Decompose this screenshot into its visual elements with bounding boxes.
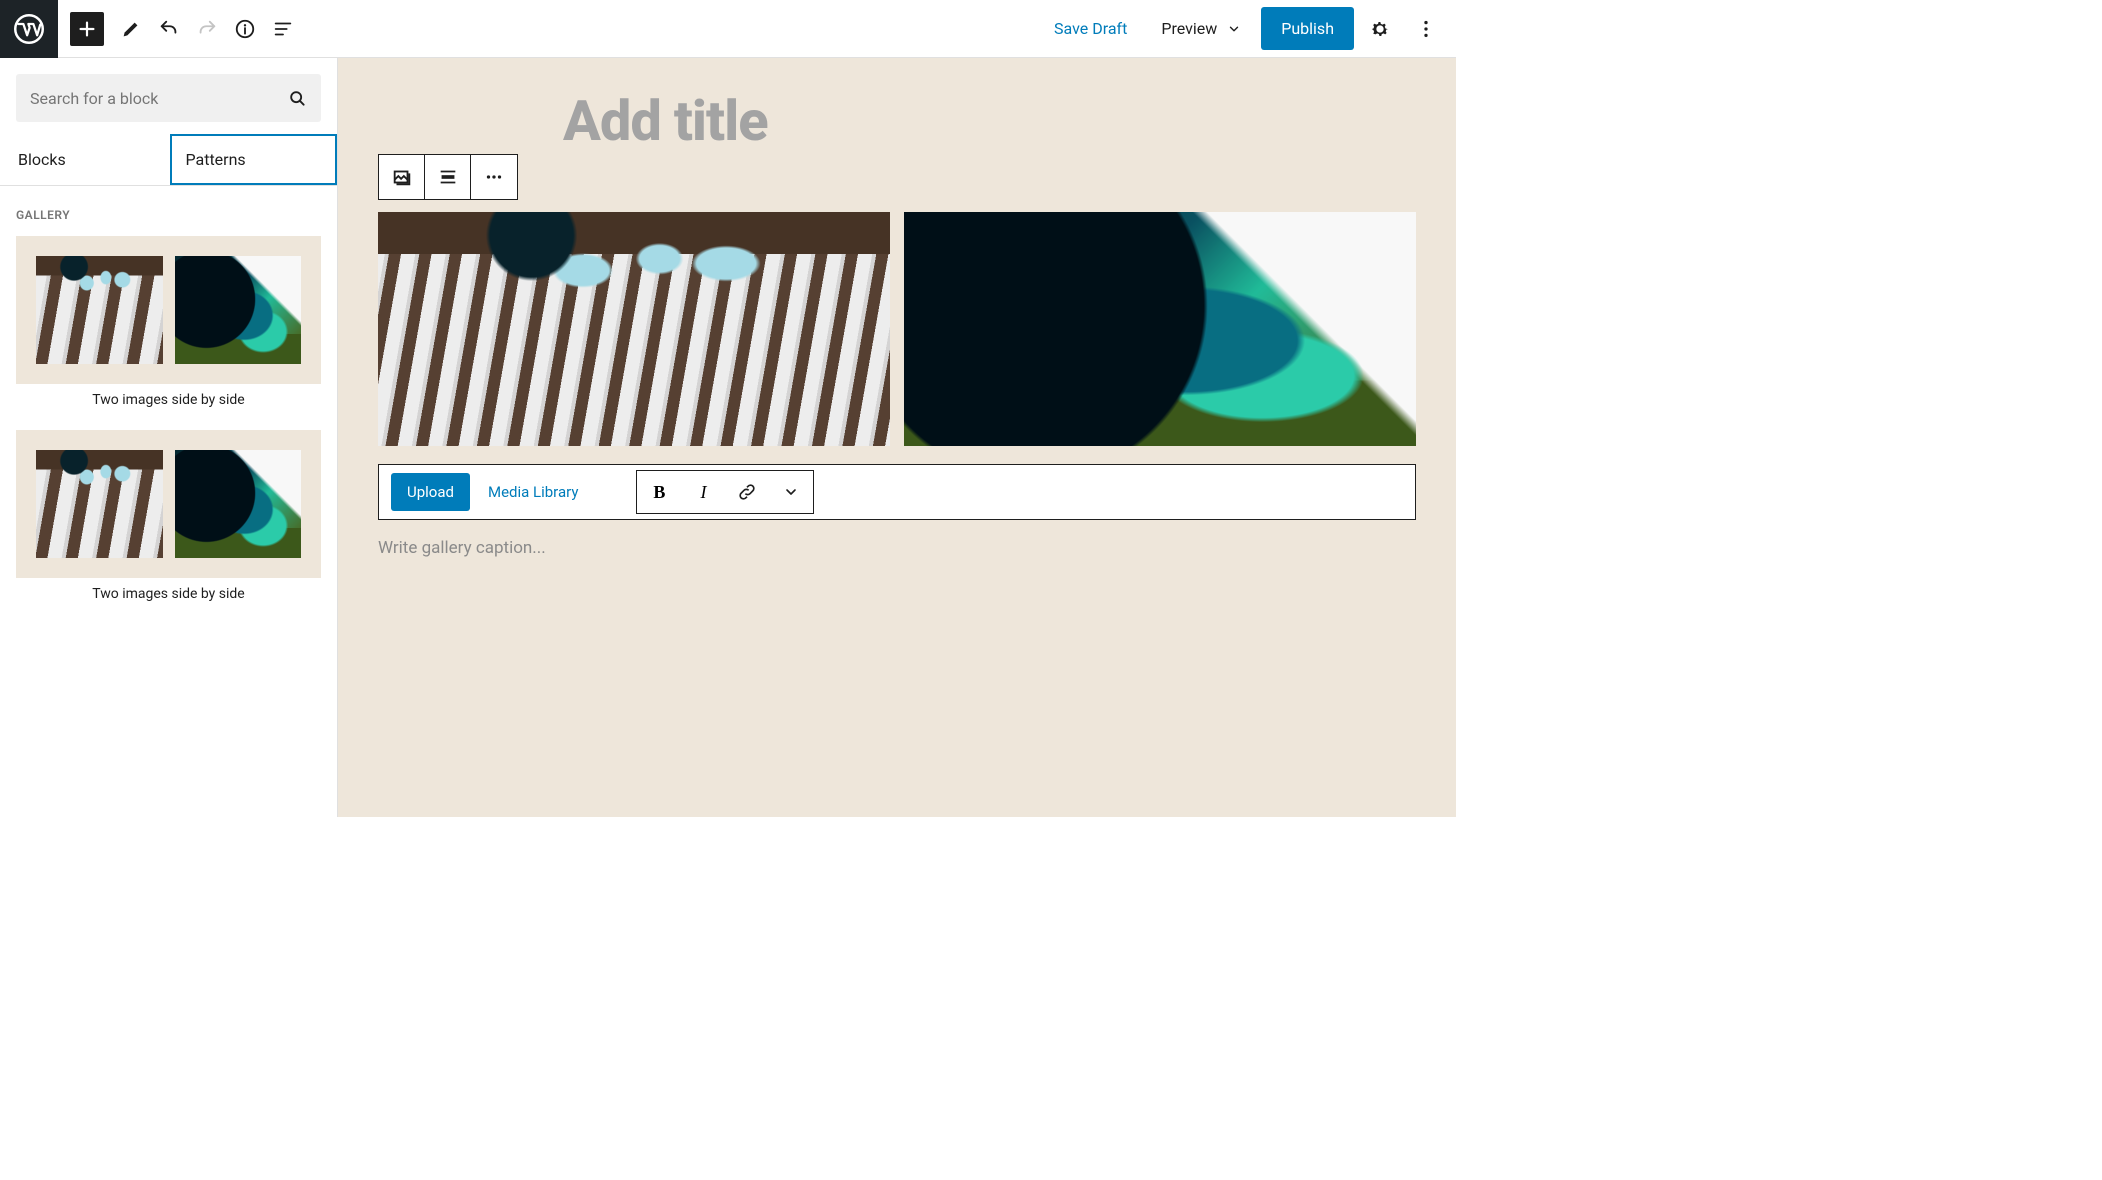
gallery-block[interactable] xyxy=(378,212,1416,446)
link-icon xyxy=(737,482,757,502)
search-input[interactable] xyxy=(30,89,287,108)
info-icon xyxy=(234,18,256,40)
info-button[interactable] xyxy=(226,10,264,48)
more-vertical-icon xyxy=(1415,18,1437,40)
editor-canvas[interactable]: Add title Upload Media Library B I xyxy=(338,58,1456,817)
toolbar-right: Save Draft Preview Publish xyxy=(1040,7,1456,50)
gallery-icon xyxy=(391,166,413,188)
gallery-caption-input[interactable]: Write gallery caption... xyxy=(378,538,1416,558)
editor-top-bar: Save Draft Preview Publish xyxy=(0,0,1456,58)
pattern-thumb-image xyxy=(36,450,163,558)
pattern-caption: Two images side by side xyxy=(16,586,321,602)
pattern-item[interactable] xyxy=(16,236,321,384)
preview-label: Preview xyxy=(1161,19,1217,38)
more-format-button[interactable] xyxy=(769,471,813,513)
pattern-caption: Two images side by side xyxy=(16,392,321,408)
block-search[interactable] xyxy=(16,74,321,122)
pencil-icon xyxy=(120,18,142,40)
chevron-down-icon xyxy=(1227,22,1241,36)
pattern-thumb-image xyxy=(36,256,163,364)
align-icon xyxy=(437,166,459,188)
gear-icon xyxy=(1369,18,1391,40)
publish-button[interactable]: Publish xyxy=(1261,7,1354,50)
edit-button[interactable] xyxy=(112,10,150,48)
gallery-image[interactable] xyxy=(378,212,890,446)
pattern-thumb-image xyxy=(175,256,302,364)
more-options-button[interactable] xyxy=(1406,9,1446,49)
italic-button[interactable]: I xyxy=(681,471,725,513)
wordpress-icon xyxy=(14,14,44,44)
save-draft-button[interactable]: Save Draft xyxy=(1040,9,1141,48)
chevron-down-icon xyxy=(783,484,799,500)
block-toolbar xyxy=(378,154,518,200)
pattern-item[interactable] xyxy=(16,430,321,578)
inserter-tabs: Blocks Patterns xyxy=(0,134,337,186)
tab-blocks[interactable]: Blocks xyxy=(0,134,170,185)
block-inserter-sidebar: Blocks Patterns Gallery Two images side … xyxy=(0,58,338,817)
settings-button[interactable] xyxy=(1360,9,1400,49)
block-more-button[interactable] xyxy=(471,155,517,199)
format-toolbar: B I xyxy=(636,470,814,514)
tab-patterns[interactable]: Patterns xyxy=(170,134,338,185)
gallery-image[interactable] xyxy=(904,212,1416,446)
page-title[interactable]: Add title xyxy=(563,88,1416,154)
plus-icon xyxy=(76,18,98,40)
alignment-button[interactable] xyxy=(425,155,471,199)
upload-button[interactable]: Upload xyxy=(391,473,470,511)
search-icon xyxy=(287,88,307,108)
list-view-icon xyxy=(272,18,294,40)
undo-button[interactable] xyxy=(150,10,188,48)
list-view-button[interactable] xyxy=(264,10,302,48)
editor-main: Blocks Patterns Gallery Two images side … xyxy=(0,58,1456,817)
redo-button[interactable] xyxy=(188,10,226,48)
gallery-media-row: Upload Media Library B I xyxy=(378,464,1416,520)
toolbar-left xyxy=(58,10,302,48)
wordpress-logo[interactable] xyxy=(0,0,58,58)
block-type-button[interactable] xyxy=(379,155,425,199)
media-library-button[interactable]: Media Library xyxy=(488,483,578,501)
pattern-section-title: Gallery xyxy=(16,208,321,222)
add-block-button[interactable] xyxy=(70,12,104,46)
link-button[interactable] xyxy=(725,471,769,513)
preview-button[interactable]: Preview xyxy=(1147,9,1255,48)
more-horizontal-icon xyxy=(483,166,505,188)
redo-icon xyxy=(196,18,218,40)
pattern-thumb-image xyxy=(175,450,302,558)
bold-button[interactable]: B xyxy=(637,471,681,513)
undo-icon xyxy=(158,18,180,40)
